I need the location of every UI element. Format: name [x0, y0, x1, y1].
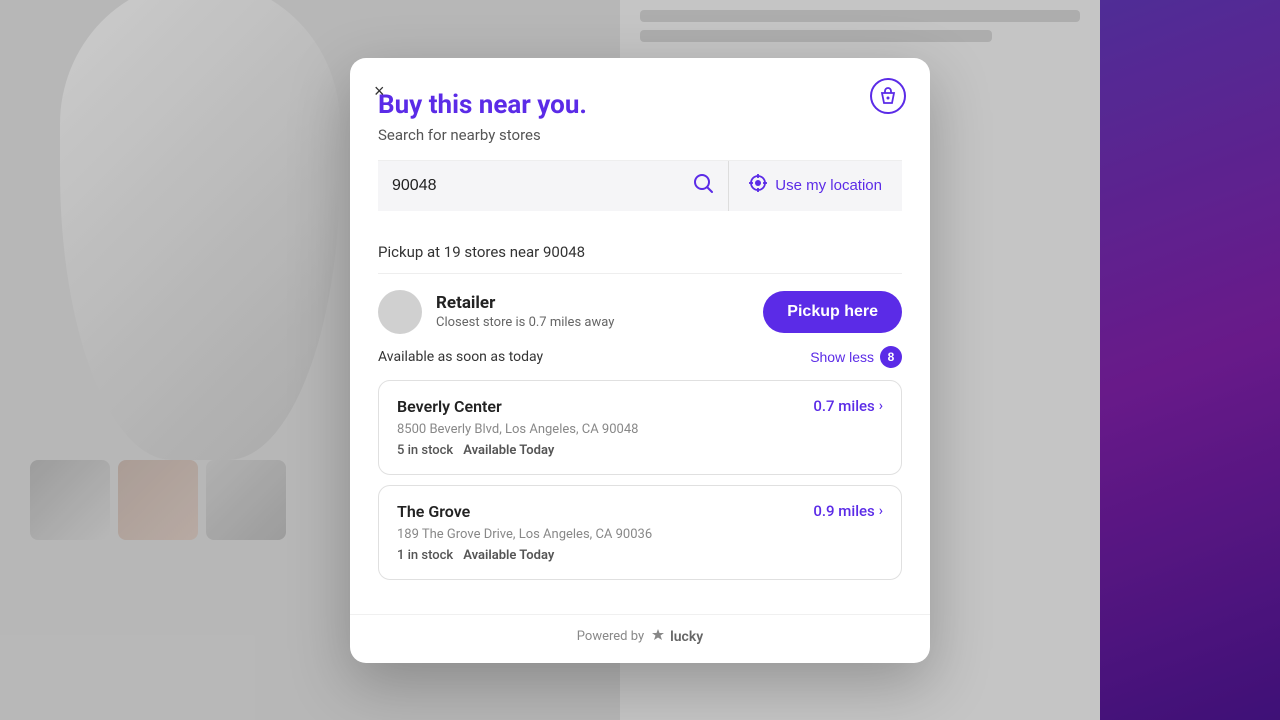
lucky-logo: lucky [650, 627, 703, 647]
location-icon [749, 174, 767, 197]
chevron-right-icon-1: › [879, 503, 883, 519]
store-picker-modal: × Buy this near you. Search for nearby s… [350, 58, 930, 663]
retailer-name: Retailer [436, 293, 614, 313]
bag-icon [870, 78, 906, 122]
modal-subtitle: Search for nearby stores [378, 126, 902, 144]
show-less-button[interactable]: Show less 8 [810, 346, 902, 368]
pickup-summary: Pickup at 19 stores near 90048 [378, 227, 902, 274]
search-row: Use my location [378, 160, 902, 211]
availability-row: Available as soon as today Show less 8 [378, 346, 902, 368]
modal-overlay: × Buy this near you. Search for nearby s… [0, 0, 1280, 720]
use-my-location-button[interactable]: Use my location [729, 161, 902, 211]
availability-text: Available as soon as today [378, 349, 543, 365]
store-card-0: Beverly Center 0.7 miles › 8500 Beverly … [378, 380, 902, 475]
store-name-1: The Grove [397, 502, 470, 521]
pickup-here-button[interactable]: Pickup here [763, 291, 902, 333]
modal-body: Pickup at 19 stores near 90048 Retailer … [350, 227, 930, 614]
location-button-label: Use my location [775, 177, 882, 194]
store-name-0: Beverly Center [397, 397, 502, 416]
retailer-info: Retailer Closest store is 0.7 miles away [378, 290, 614, 334]
search-input-wrap [378, 161, 729, 211]
lucky-brand-name: lucky [670, 629, 703, 645]
stock-count-1: 1 in stock [397, 548, 453, 563]
close-button[interactable]: × [370, 78, 389, 104]
retailer-row: Retailer Closest store is 0.7 miles away… [378, 274, 902, 346]
powered-by-text: Powered by [577, 629, 644, 644]
store-address-1: 189 The Grove Drive, Los Angeles, CA 900… [397, 527, 883, 542]
store-stock-1: 1 in stock Available Today [397, 548, 883, 563]
show-less-label: Show less [810, 349, 874, 365]
store-count-badge: 8 [880, 346, 902, 368]
store-card-header-0: Beverly Center 0.7 miles › [397, 397, 883, 416]
store-card-header-1: The Grove 0.9 miles › [397, 502, 883, 521]
retailer-avatar [378, 290, 422, 334]
store-stock-0: 5 in stock Available Today [397, 443, 883, 458]
store-miles-0[interactable]: 0.7 miles › [813, 397, 883, 415]
modal-footer: Powered by lucky [350, 614, 930, 663]
modal-title: Buy this near you. [378, 90, 902, 120]
lucky-icon [650, 627, 666, 647]
store-address-0: 8500 Beverly Blvd, Los Angeles, CA 90048 [397, 422, 883, 437]
stock-available-0: Available Today [463, 443, 554, 458]
chevron-right-icon-0: › [879, 398, 883, 414]
zip-input[interactable] [392, 161, 692, 211]
store-miles-1[interactable]: 0.9 miles › [813, 502, 883, 520]
stock-count-0: 5 in stock [397, 443, 453, 458]
modal-header: × Buy this near you. Search for nearby s… [350, 58, 930, 227]
retailer-details: Retailer Closest store is 0.7 miles away [436, 293, 614, 330]
stock-available-1: Available Today [463, 548, 554, 563]
retailer-distance: Closest store is 0.7 miles away [436, 315, 614, 330]
store-card-1: The Grove 0.9 miles › 189 The Grove Driv… [378, 485, 902, 580]
search-icon[interactable] [692, 172, 714, 199]
